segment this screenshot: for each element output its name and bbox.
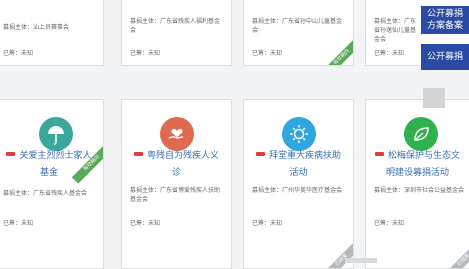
card-sponsor: 募捐主体：广东省博爱残疾人扶助基金会 [130, 187, 221, 203]
project-card-3[interactable]: 拜堂重大疾病扶助活动 募捐主体：广州华美华医疗基金会 已筹：未知 已结束 [243, 99, 354, 269]
card-sponsor: 募捐主体：深圳市社会公益基金会 [374, 187, 465, 194]
card-raised: 已筹：未知 [252, 50, 283, 57]
fundraising-plan-button[interactable]: 公开募捐方案备案 [421, 6, 469, 34]
card-sponsor: 募捐主体：广东省残疾人基金会 [3, 190, 88, 197]
scroll-indicator[interactable] [345, 258, 377, 263]
logo-chip [255, 151, 265, 156]
project-card-top-2[interactable]: 募捐主体：广东省残疾人福利基金会 已筹：未知 [121, 0, 232, 66]
card-sponsor: 募捐主体：汕上员赛事会 [3, 24, 70, 31]
card-sponsor: 募捐主体：广东省孙逸仙儿童基金会 [374, 18, 417, 43]
qr-code-thumbnail[interactable] [423, 88, 445, 108]
card-sponsor: 募捐主体：广东省残疾人福利基金会 [130, 18, 221, 34]
logo-chip [374, 151, 384, 156]
project-card-top-1[interactable]: 募捐主体：汕上员赛事会 已筹：未知 [0, 0, 104, 66]
card-raised: 已筹：未知 [130, 220, 161, 227]
status-ribbon: 已结束 [321, 240, 353, 268]
card-raised: 已筹：未知 [3, 220, 34, 227]
card-title: 拜堂重大疾病扶助活动 [268, 151, 341, 178]
project-card-1[interactable]: 关爱主烈烈士家人基金 募捐主体：广东省残疾人基金会 已筹：未知 有效期内 [0, 99, 104, 269]
card-title: 松梅保护与生态文明建设募捐活动 [385, 151, 460, 178]
public-fundraising-label: 公开募捐 [426, 52, 463, 62]
project-card-4[interactable]: 松梅保护与生态文明建设募捐活动 募捐主体：深圳市社会公益基金会 已筹：未知 已结… [365, 99, 469, 269]
card-raised: 已筹：未知 [130, 50, 161, 57]
card-sponsor: 募捐主体：广东省孙中山儿童基金会 [252, 18, 343, 34]
fundraising-plan-label: 公开募捐方案备案 [426, 9, 463, 31]
card-title: 粤残自为残疾人义诊 [146, 151, 219, 178]
card-raised: 已筹：未知 [252, 220, 283, 227]
card-raised: 已筹：未知 [374, 220, 405, 227]
public-fundraising-button[interactable]: 公开募捐 [421, 44, 469, 70]
project-card-top-3[interactable]: 募捐主体：广东省孙中山儿童基金会 已筹：未知 有效期内 [243, 0, 354, 66]
status-ribbon: 已结束 [443, 240, 469, 268]
logo-chip [6, 151, 16, 156]
card-raised: 已筹：未知 [3, 50, 34, 57]
card-sponsor: 募捐主体：广州华美华医疗基金会 [252, 187, 343, 194]
project-card-2[interactable]: 粤残自为残疾人义诊 募捐主体：广东省博爱残疾人扶助基金会 已筹：未知 [121, 99, 232, 269]
logo-chip [133, 151, 143, 156]
